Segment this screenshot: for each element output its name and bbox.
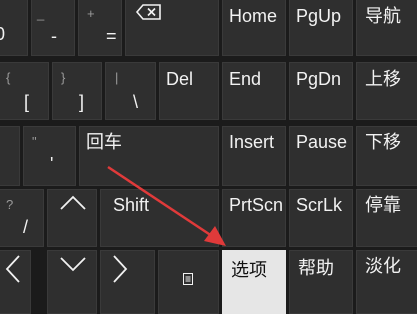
key-left-bracket-label: [ (24, 92, 30, 112)
key-minus[interactable]: _ - (31, 0, 75, 56)
key-arrow-left[interactable] (0, 250, 31, 314)
key-fade[interactable]: 淡化 (356, 250, 417, 314)
key-home-label: Home (229, 6, 278, 26)
key-pgdn[interactable]: PgDn (289, 62, 353, 120)
key-arrow-up[interactable] (47, 189, 97, 247)
key-left-bracket-secondary: { (6, 70, 11, 85)
key-help-label: 帮助 (298, 258, 334, 278)
key-equals-label: = (106, 26, 117, 46)
key-slash-label: / (23, 217, 29, 237)
key-movedown-label: 下移 (365, 132, 401, 152)
chevron-right-icon (113, 255, 128, 283)
key-options[interactable]: 选项 (222, 250, 286, 314)
key-backslash-label: \ (133, 92, 139, 112)
key-pause-label: Pause (296, 132, 348, 152)
key-shift[interactable]: Shift (100, 189, 219, 247)
key-pgup-label: PgUp (296, 6, 342, 26)
key-equals[interactable]: + = (78, 0, 122, 56)
key-arrow-down[interactable] (47, 250, 97, 314)
key-menu[interactable] (158, 250, 219, 314)
key-home[interactable]: Home (222, 0, 286, 56)
key-equals-secondary: + (87, 6, 95, 21)
key-right-bracket-label: ] (79, 92, 85, 112)
key-minus-secondary: _ (37, 6, 45, 21)
key-scrlk-label: ScrLk (296, 195, 343, 215)
key-backslash-secondary: | (115, 70, 119, 85)
key-slash[interactable]: ? / (0, 189, 44, 247)
key-enter-label: 回车 (86, 132, 122, 152)
key-del[interactable]: Del (159, 62, 219, 120)
key-arrow-right[interactable] (100, 250, 155, 314)
key-nav[interactable]: 导航 (356, 0, 417, 56)
key-moveup-label: 上移 (365, 69, 401, 89)
backspace-icon (135, 4, 161, 20)
key-right-bracket-secondary: } (61, 70, 66, 85)
chevron-up-icon (60, 195, 86, 210)
key-enter[interactable]: 回车 (79, 126, 219, 186)
key-slash-secondary: ? (6, 197, 14, 212)
key-pgup[interactable]: PgUp (289, 0, 353, 56)
key-pause[interactable]: Pause (289, 126, 353, 186)
key-right-bracket[interactable]: } ] (52, 62, 102, 120)
key-left-bracket[interactable]: { [ (0, 62, 49, 120)
key-quote[interactable]: " ' (23, 126, 76, 186)
key-movedown[interactable]: 下移 (356, 126, 417, 186)
key-minus-label: - (51, 26, 57, 46)
key-zero[interactable]: 0 (0, 0, 28, 56)
key-zero-label: 0 (0, 24, 6, 44)
key-nav-label: 导航 (365, 6, 401, 26)
key-backspace[interactable] (125, 0, 219, 56)
key-help[interactable]: 帮助 (289, 250, 353, 314)
menu-icon (183, 273, 193, 285)
key-dock[interactable]: 停靠 (356, 189, 417, 247)
chevron-down-icon (60, 257, 86, 272)
key-end-label: End (229, 69, 262, 89)
key-del-label: Del (166, 69, 194, 89)
key-fade-label: 淡化 (365, 256, 401, 276)
chevron-left-icon (5, 255, 20, 283)
key-pgdn-label: PgDn (296, 69, 342, 89)
key-quote-secondary: " (32, 134, 37, 149)
key-insert[interactable]: Insert (222, 126, 286, 186)
key-backslash[interactable]: | \ (105, 62, 156, 120)
key-semicolon-partial[interactable] (0, 126, 20, 186)
key-scrlk[interactable]: ScrLk (289, 189, 353, 247)
key-prtscn-label: PrtScn (229, 195, 284, 215)
key-prtscn[interactable]: PrtScn (222, 189, 286, 247)
key-moveup[interactable]: 上移 (356, 62, 417, 120)
key-end[interactable]: End (222, 62, 286, 120)
key-dock-label: 停靠 (365, 195, 401, 215)
key-insert-label: Insert (229, 132, 275, 152)
key-quote-label: ' (50, 154, 54, 174)
key-options-label: 选项 (231, 260, 267, 280)
key-shift-label: Shift (113, 195, 150, 215)
